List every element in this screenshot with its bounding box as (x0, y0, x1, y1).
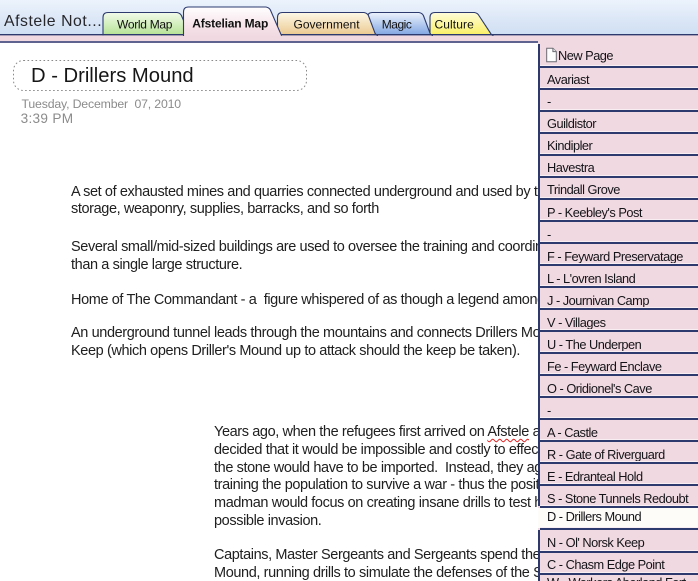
svg-text:Government: Government (294, 18, 361, 32)
svg-text:Culture: Culture (435, 18, 475, 32)
svg-text:World Map: World Map (117, 18, 173, 32)
svg-text:Afstelian Map: Afstelian Map (192, 17, 268, 31)
svg-text:Magic: Magic (382, 18, 412, 32)
